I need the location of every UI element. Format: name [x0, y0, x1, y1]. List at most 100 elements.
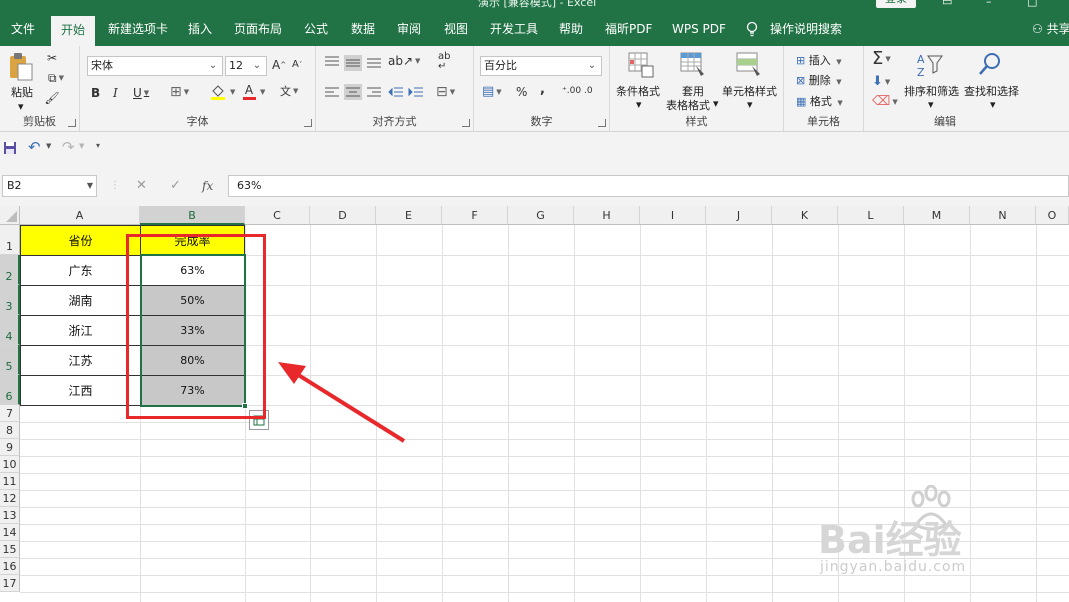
row-header-5[interactable]: 5: [0, 345, 20, 375]
autosum-icon[interactable]: Σ ▼: [872, 48, 891, 69]
cell-b5[interactable]: 80%: [140, 345, 245, 376]
sort-filter-label[interactable]: 排序和筛选: [904, 83, 959, 99]
merge-center-icon[interactable]: ⊟ ▼: [436, 84, 455, 100]
row-header-6[interactable]: 6: [0, 375, 20, 405]
cancel-icon[interactable]: ✕: [136, 175, 147, 197]
clear-eraser-icon[interactable]: ⌫ ▼: [872, 94, 898, 109]
customize-qat-icon[interactable]: ▾: [96, 141, 100, 150]
find-select-label[interactable]: 查找和选择: [964, 83, 1019, 99]
column-header-h[interactable]: H: [574, 206, 640, 225]
column-header-i[interactable]: I: [640, 206, 706, 225]
row-header-17[interactable]: 17: [0, 575, 20, 592]
worksheet-grid[interactable]: A B C D E F G H I J K L M N O 1 2 3 4 5 …: [0, 206, 1069, 602]
font-name-combo[interactable]: 宋体 ⌄: [87, 56, 223, 76]
align-middle-icon[interactable]: [344, 55, 362, 71]
row-header-15[interactable]: 15: [0, 541, 20, 558]
row-header-12[interactable]: 12: [0, 490, 20, 507]
row-header-9[interactable]: 9: [0, 439, 20, 456]
font-launcher-icon[interactable]: [304, 119, 312, 127]
orientation-icon[interactable]: ab↗ ▼: [388, 54, 420, 68]
minimize-icon[interactable]: –: [986, 0, 992, 8]
increase-decimal-button[interactable]: ⁺ .00: [562, 86, 581, 96]
tab-page-layout[interactable]: 页面布局: [234, 12, 282, 46]
currency-icon[interactable]: ▤ ▼: [482, 84, 502, 99]
select-all-corner[interactable]: [0, 206, 20, 225]
row-header-7[interactable]: 7: [0, 405, 20, 422]
restore-icon[interactable]: □: [1027, 0, 1037, 8]
borders-icon[interactable]: ⊞ ▼: [170, 84, 189, 100]
row-header-16[interactable]: 16: [0, 558, 20, 575]
column-header-l[interactable]: L: [838, 206, 904, 225]
chevron-down-icon[interactable]: ⌄: [585, 57, 599, 75]
cell-styles-label[interactable]: 单元格样式: [722, 83, 777, 99]
tab-wps-pdf[interactable]: WPS PDF: [672, 12, 726, 46]
tab-review[interactable]: 审阅: [397, 12, 421, 46]
percent-button[interactable]: %: [516, 85, 527, 99]
number-launcher-icon[interactable]: [598, 119, 606, 127]
column-header-o[interactable]: O: [1036, 206, 1069, 225]
quick-analysis-button[interactable]: [249, 410, 269, 430]
cell-a6[interactable]: 江西: [20, 375, 141, 406]
name-box[interactable]: B2 ▼: [2, 175, 97, 197]
tab-new[interactable]: 新建选项卡: [108, 12, 168, 46]
sort-filter-dropdown-icon[interactable]: ▾: [928, 98, 934, 111]
comma-button[interactable]: ,: [540, 82, 545, 97]
cell-b3[interactable]: 50%: [140, 285, 245, 316]
chevron-down-icon[interactable]: ⌄: [206, 57, 220, 75]
tab-data[interactable]: 数据: [351, 12, 375, 46]
row-header-11[interactable]: 11: [0, 473, 20, 490]
login-button[interactable]: 登录: [876, 0, 916, 8]
align-right-icon[interactable]: [366, 86, 382, 100]
decrease-indent-icon[interactable]: [388, 86, 404, 100]
alignment-launcher-icon[interactable]: [462, 119, 470, 127]
cell-a1[interactable]: 省份: [20, 225, 141, 256]
format-cells-button[interactable]: ▦ 格式 ▼: [796, 93, 843, 109]
tab-insert[interactable]: 插入: [188, 12, 212, 46]
clipboard-launcher-icon[interactable]: [68, 119, 76, 127]
italic-button[interactable]: I: [113, 86, 118, 100]
increase-indent-icon[interactable]: [408, 86, 424, 100]
cell-b4[interactable]: 33%: [140, 315, 245, 346]
format-as-table-dropdown-icon[interactable]: ▾: [713, 97, 719, 110]
column-header-j[interactable]: J: [706, 206, 772, 225]
share-button[interactable]: ⚇ 共享: [1032, 12, 1069, 46]
cut-icon[interactable]: ✂: [44, 50, 60, 66]
align-top-icon[interactable]: [324, 55, 340, 69]
phonetic-icon[interactable]: 文 ▼: [280, 83, 298, 99]
tab-help[interactable]: 帮助: [559, 12, 583, 46]
wrap-text-icon[interactable]: ab ↵: [438, 52, 450, 72]
conditional-format-label[interactable]: 条件格式: [616, 83, 660, 99]
cell-b1[interactable]: 完成率: [140, 225, 245, 256]
column-header-f[interactable]: F: [442, 206, 508, 225]
font-size-combo[interactable]: 12 ⌄: [225, 56, 267, 76]
column-header-c[interactable]: C: [245, 206, 310, 225]
sort-filter-icon[interactable]: A Z: [916, 52, 944, 78]
find-select-dropdown-icon[interactable]: ▾: [990, 98, 996, 111]
cell-styles-dropdown-icon[interactable]: ▾: [747, 98, 753, 111]
underline-button[interactable]: U ▼: [133, 86, 149, 100]
chevron-down-icon[interactable]: ▼: [87, 176, 93, 196]
cell-b2[interactable]: 63%: [140, 255, 245, 286]
cell-a4[interactable]: 浙江: [20, 315, 141, 346]
copy-icon[interactable]: ⧉ ▼: [44, 70, 68, 86]
bold-button[interactable]: B: [91, 86, 100, 100]
undo-icon[interactable]: ↶: [28, 138, 41, 156]
fill-handle[interactable]: [242, 403, 248, 409]
ribbon-display-icon[interactable]: ▭: [942, 0, 952, 8]
insert-cells-button[interactable]: ⊞ 插入 ▼: [796, 52, 842, 68]
align-bottom-icon[interactable]: [366, 55, 382, 69]
conditional-format-dropdown-icon[interactable]: ▾: [636, 98, 642, 111]
paste-dropdown-icon[interactable]: ▾: [18, 100, 24, 113]
decrease-decimal-button[interactable]: .0: [584, 86, 593, 96]
shrink-font-icon[interactable]: Aˇ: [292, 59, 302, 70]
cell-b6[interactable]: 73%: [140, 375, 245, 406]
grow-font-icon[interactable]: A ^: [272, 58, 286, 72]
cell-a3[interactable]: 湖南: [20, 285, 141, 316]
enter-check-icon[interactable]: ✓: [170, 175, 181, 197]
row-header-8[interactable]: 8: [0, 422, 20, 439]
number-format-combo[interactable]: 百分比 ⌄: [480, 56, 602, 76]
insert-function-icon[interactable]: fx: [202, 175, 213, 197]
tab-home[interactable]: 开始: [51, 16, 96, 46]
tab-developer[interactable]: 开发工具: [490, 12, 538, 46]
cell-styles-icon[interactable]: [736, 52, 762, 78]
